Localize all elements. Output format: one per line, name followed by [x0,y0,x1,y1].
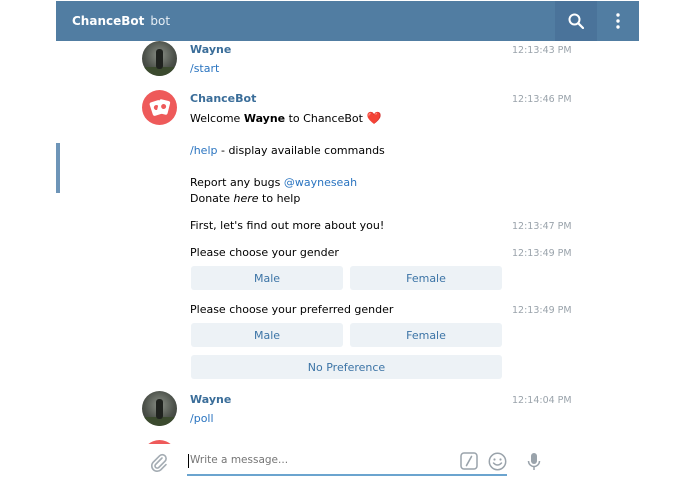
more-menu-button[interactable] [597,1,639,41]
preferred-male-button[interactable]: Male [191,323,343,347]
header-actions [555,1,639,41]
sender-name[interactable]: ChanceBot [190,92,256,105]
username-link[interactable]: @wayneseah [284,176,357,189]
message-text[interactable]: /start [190,62,219,75]
welcome-pre: Welcome [190,112,244,125]
no-preference-button[interactable]: No Preference [191,355,502,379]
help-line: /help - display available commands [190,144,385,157]
donate-pre: Donate [190,192,234,205]
report-pre: Report any bugs [190,176,284,189]
slash-command-icon [460,452,478,470]
text-caret [188,454,189,468]
avatar[interactable] [142,391,177,426]
message-composer [0,444,695,484]
message-time: 12:14:04 PM [512,395,572,406]
card-icon [156,98,171,116]
chat-header: ChanceBot bot [56,1,639,41]
paperclip-icon [150,453,167,473]
search-button[interactable] [555,1,597,41]
avatar[interactable] [142,41,177,76]
voice-button[interactable] [526,452,542,475]
message-time: 12:13:49 PM [512,305,572,316]
message-text[interactable]: First, let's find out more about you! [190,219,384,232]
welcome-username: Wayne [243,112,286,125]
input-underline [187,474,507,476]
attach-button[interactable] [150,453,168,476]
message-input[interactable] [190,454,440,466]
heart-icon: ❤️ [366,111,382,125]
emoji-icon [488,452,507,471]
message-time: 12:13:43 PM [512,45,572,56]
gender-male-button[interactable]: Male [191,266,343,290]
message-text[interactable]: Please choose your gender [190,246,339,259]
emoji-button[interactable] [488,452,507,474]
donate-post: to help [258,192,301,205]
sender-name[interactable]: Wayne [190,393,231,406]
gender-female-button[interactable]: Female [350,266,502,290]
report-line: Report any bugs @wayneseah [190,176,357,189]
bot-avatar[interactable] [142,90,177,125]
commands-button[interactable] [460,452,478,473]
chat-subtitle: bot [150,14,171,28]
welcome-line: Welcome Wayne to ChanceBot ❤️ [190,111,381,125]
donate-line: Donate here to help [190,192,300,205]
message-time: 12:13:46 PM [512,94,572,105]
microphone-icon [527,453,541,470]
message-time: 12:13:47 PM [512,221,572,232]
chat-title[interactable]: ChanceBot [72,14,144,28]
search-icon [568,13,584,29]
message-time: 12:13:49 PM [512,248,572,259]
message-text[interactable]: Please choose your preferred gender [190,303,393,316]
message-text[interactable]: /poll [190,412,214,425]
welcome-post: to ChanceBot [285,112,367,125]
help-description: - display available commands [217,144,385,157]
sender-name[interactable]: Wayne [190,43,231,56]
help-command-link[interactable]: /help [190,144,217,157]
donate-link[interactable]: here [234,192,259,205]
preferred-female-button[interactable]: Female [350,323,502,347]
message-list[interactable]: Wayne 12:13:43 PM /start ChanceBot 12:13… [0,41,695,444]
more-vertical-icon [616,13,620,29]
